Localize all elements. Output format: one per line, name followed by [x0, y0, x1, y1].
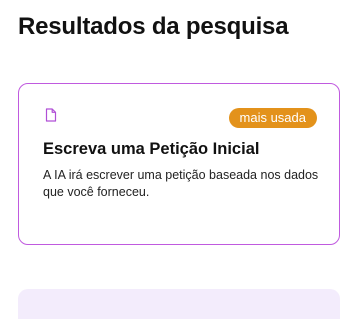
document-icon	[45, 108, 57, 122]
card-title: Escreva uma Petição Inicial	[43, 140, 260, 158]
result-card-peticao-inicial[interactable]: mais usada Escreva uma Petição Inicial A…	[18, 83, 340, 245]
page-title: Resultados da pesquisa	[18, 13, 289, 40]
card-description: A IA irá escrever uma petição baseada no…	[43, 168, 319, 199]
next-result-card[interactable]	[18, 289, 340, 319]
most-used-badge: mais usada	[228, 108, 317, 128]
